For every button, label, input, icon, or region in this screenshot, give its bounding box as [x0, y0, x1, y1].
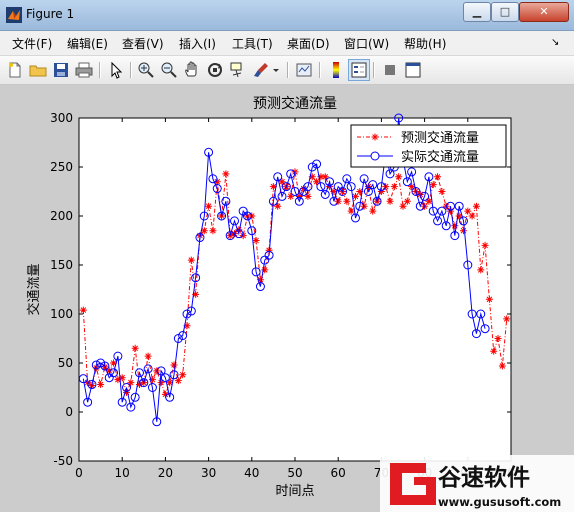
watermark-url: www.gususoft.com: [438, 495, 561, 509]
legend[interactable]: 预测交通流量实际交通流量: [350, 124, 507, 168]
data-point: [209, 227, 217, 235]
matlab-logo-icon: [6, 7, 22, 23]
toolbar-separator: [287, 62, 289, 78]
data-point: [97, 381, 105, 389]
y-tick-label: 0: [65, 405, 73, 419]
legend-label: 预测交通流量: [401, 130, 479, 146]
y-tick-label: 300: [50, 111, 73, 125]
y-tick-label: 150: [50, 258, 73, 272]
brush-dropdown-icon[interactable]: [271, 60, 281, 80]
plot-svg: 0102030405060708090100-50050100150200250…: [26, 95, 522, 499]
maximize-button[interactable]: □: [491, 2, 519, 22]
x-tick-label: 0: [75, 466, 83, 480]
chart-title: 预测交通流量: [253, 95, 337, 112]
show-plot-tools-icon[interactable]: [403, 60, 423, 80]
y-tick-label: 200: [50, 209, 73, 223]
pointer-icon[interactable]: [106, 60, 126, 80]
window-title: Figure 1: [26, 7, 75, 21]
x-tick-label: 40: [244, 466, 259, 480]
menu-tools[interactable]: 工具(T): [232, 35, 273, 52]
zoom-out-icon[interactable]: [159, 60, 179, 80]
link-plot-icon[interactable]: [294, 60, 314, 80]
legend-icon[interactable]: [348, 59, 370, 81]
menu-help[interactable]: 帮助(H): [404, 35, 446, 52]
legend-marker: [370, 151, 380, 161]
zoom-in-icon[interactable]: [136, 60, 156, 80]
toolbar-separator: [319, 62, 321, 78]
data-cursor-icon[interactable]: [228, 60, 248, 80]
close-icon: ✕: [539, 5, 549, 18]
rotate-3d-icon[interactable]: [205, 60, 225, 80]
watermark: 谷速软件 www.gususoft.com: [380, 455, 574, 512]
menu-desktop[interactable]: 桌面(D): [287, 35, 330, 52]
toolbar-separator: [99, 62, 101, 78]
brush-icon[interactable]: [251, 60, 271, 80]
new-file-icon[interactable]: [5, 60, 25, 80]
figure-canvas[interactable]: 0102030405060708090100-50050100150200250…: [0, 85, 574, 512]
legend-marker: [371, 133, 379, 141]
x-tick-label: 60: [331, 466, 346, 480]
legend-label: 实际交通流量: [401, 149, 479, 165]
figure-window: Figure 1 ▁ □ ✕ 文件(F) 编辑(E) 查看(V) 插入(I) 工…: [0, 0, 574, 512]
figure-toolbar: [0, 56, 574, 85]
save-icon[interactable]: [51, 60, 71, 80]
menu-dock-arrow-icon[interactable]: ↘: [551, 37, 559, 48]
data-point: [274, 202, 282, 210]
minimize-icon: ▁: [472, 5, 482, 18]
x-tick-label: 30: [201, 466, 216, 480]
colorbar-icon[interactable]: [326, 60, 346, 80]
y-tick-label: 100: [50, 307, 73, 321]
toolbar-separator: [130, 62, 132, 78]
menu-bar: 文件(F) 编辑(E) 查看(V) 插入(I) 工具(T) 桌面(D) 窗口(W…: [0, 31, 574, 56]
data-point: [472, 202, 480, 210]
menu-edit[interactable]: 编辑(E): [67, 35, 108, 52]
y-tick-label: 250: [50, 160, 73, 174]
y-tick-label: -50: [53, 454, 73, 468]
menu-window[interactable]: 窗口(W): [344, 35, 389, 52]
x-tick-label: 50: [287, 466, 302, 480]
data-point: [252, 237, 260, 244]
close-button[interactable]: ✕: [519, 2, 569, 22]
data-point: [222, 170, 230, 178]
open-folder-icon[interactable]: [28, 60, 48, 80]
minimize-button[interactable]: ▁: [463, 2, 491, 22]
maximize-icon: □: [499, 5, 511, 18]
pan-hand-icon[interactable]: [182, 60, 202, 80]
watermark-brand: 谷速软件: [438, 464, 530, 491]
toolbar-separator: [373, 62, 375, 78]
menu-file[interactable]: 文件(F): [12, 35, 52, 52]
data-point: [434, 173, 442, 181]
menu-view[interactable]: 查看(V): [122, 35, 164, 52]
x-axis-label: 时间点: [275, 484, 314, 499]
title-bar[interactable]: Figure 1 ▁ □ ✕: [0, 0, 574, 31]
hide-plot-tools-icon[interactable]: [380, 60, 400, 80]
y-tick-label: 50: [58, 356, 73, 370]
menu-insert[interactable]: 插入(I): [179, 35, 216, 52]
x-tick-label: 20: [158, 466, 173, 480]
y-axis-label: 交通流量: [26, 263, 42, 315]
data-point: [205, 202, 213, 210]
print-icon[interactable]: [74, 60, 94, 80]
x-tick-label: 10: [115, 466, 130, 480]
